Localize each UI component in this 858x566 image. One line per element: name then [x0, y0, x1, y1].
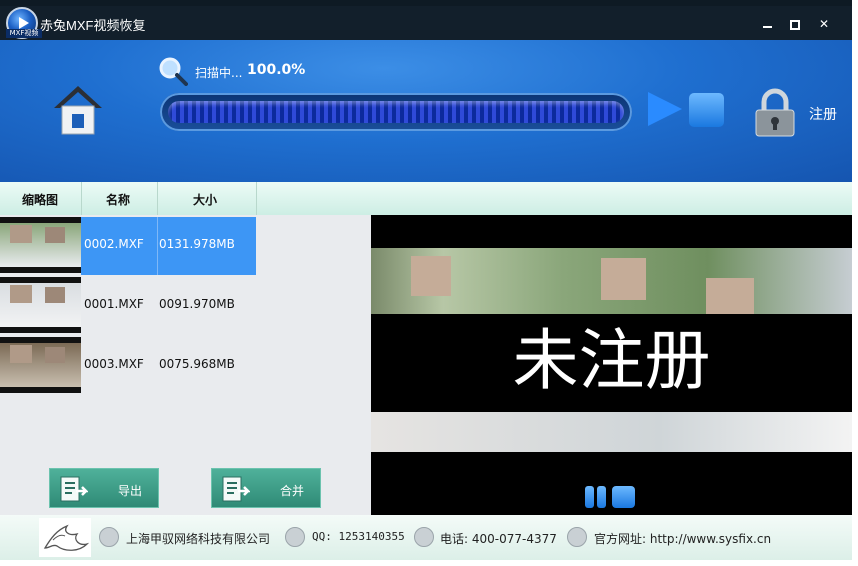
footer-company: 上海甲驭网络科技有限公司: [126, 532, 271, 546]
file-name: 0002.MXF: [84, 237, 144, 251]
qq-icon: [285, 527, 305, 547]
file-row[interactable]: 0003.MXF 0075.968MB: [0, 335, 371, 395]
file-size: 0075.968MB: [159, 357, 235, 371]
file-size: 0091.970MB: [159, 297, 235, 311]
toolbar: 扫描中... 100.0% 注册: [0, 40, 852, 182]
scan-progress-fill: [168, 101, 624, 123]
app-logo-text: MXF视频: [6, 29, 42, 38]
file-list-header: 缩略图 名称 大小: [0, 182, 852, 215]
export-button[interactable]: 导出: [49, 468, 159, 508]
export-button-label: 导出: [118, 484, 143, 498]
close-button[interactable]: ✕: [816, 16, 832, 32]
pause-icon[interactable]: [585, 486, 607, 508]
file-thumbnail: [0, 337, 81, 393]
column-divider: [256, 182, 257, 215]
export-icon: [60, 476, 88, 502]
register-link[interactable]: 注册: [809, 104, 837, 124]
column-header-size[interactable]: 大小: [193, 191, 217, 208]
file-thumbnail: [0, 277, 81, 333]
home-icon[interactable]: [52, 84, 104, 136]
scan-progress-bar: [160, 93, 632, 131]
video-frame-top: [371, 248, 852, 314]
footer: 上海甲驭网络科技有限公司 QQ: 1253140355 电话: 400-077-…: [0, 515, 852, 560]
video-preview[interactable]: 未注册: [371, 215, 852, 515]
column-divider: [81, 182, 82, 215]
unregistered-watermark: 未注册: [512, 322, 711, 399]
search-icon: [159, 57, 188, 86]
footer-qq: QQ: 1253140355: [312, 530, 405, 543]
desktop-background-bottom: [0, 560, 858, 566]
scan-status-label: 扫描中...: [195, 66, 243, 80]
maximize-button[interactable]: [787, 16, 803, 32]
column-header-name[interactable]: 名称: [106, 191, 130, 208]
window-title: 赤兔MXF视频恢复: [40, 18, 146, 33]
file-name: 0001.MXF: [84, 297, 144, 311]
file-row[interactable]: 0001.MXF 0091.970MB: [0, 275, 371, 335]
merge-button[interactable]: 合并: [211, 468, 321, 508]
minimize-button[interactable]: [760, 16, 776, 32]
lock-icon[interactable]: [752, 88, 798, 138]
footer-phone: 电话: 400-077-4377: [440, 532, 557, 546]
footer-website[interactable]: 官方网址: http://www.sysfix.cn: [594, 530, 771, 547]
phone-icon: [414, 527, 434, 547]
video-stop-icon[interactable]: [612, 486, 635, 508]
column-header-thumbnail[interactable]: 缩略图: [22, 191, 58, 208]
company-logo-icon: [39, 518, 91, 557]
file-thumbnail: [0, 217, 81, 273]
scan-percent: 100.0%: [247, 62, 306, 78]
stop-icon[interactable]: [689, 93, 724, 127]
merge-icon: [222, 476, 250, 502]
play-icon[interactable]: [648, 92, 682, 126]
company-icon: [99, 527, 119, 547]
column-divider: [157, 182, 158, 215]
desktop-background: [852, 0, 858, 566]
app-logo-icon: MXF视频: [6, 7, 42, 39]
video-frame-bottom: [371, 412, 852, 452]
merge-button-label: 合并: [280, 484, 305, 498]
app-window: MXF视频 赤兔MXF视频恢复 ✕ 扫描中... 100.0% 注册 缩略图 名…: [0, 0, 852, 560]
file-size: 0131.978MB: [159, 237, 235, 251]
title-bar[interactable]: MXF视频 赤兔MXF视频恢复 ✕: [0, 6, 852, 40]
globe-icon: [567, 527, 587, 547]
file-name: 0003.MXF: [84, 357, 144, 371]
file-row[interactable]: 0002.MXF 0131.978MB: [0, 215, 371, 275]
